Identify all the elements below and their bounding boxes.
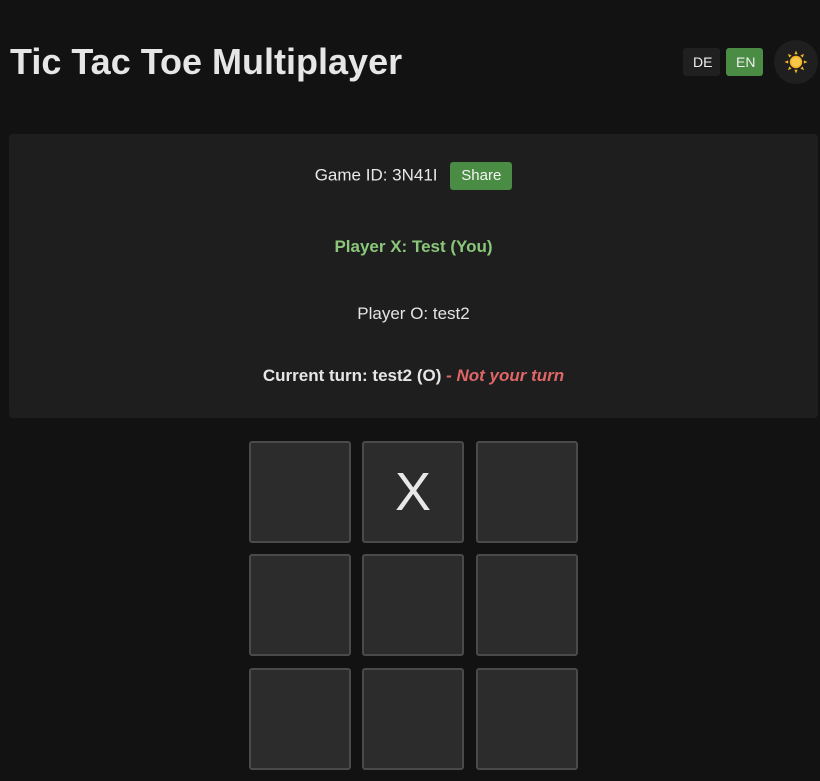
share-button[interactable]: Share — [450, 161, 513, 190]
page-title: Tic Tac Toe Multiplayer — [10, 41, 403, 82]
board-cell-5[interactable] — [362, 554, 464, 656]
turn-warning: - Not your turn — [446, 366, 565, 385]
player-x-label: Player X: Test (You) — [334, 237, 493, 256]
player-o-label: Player O: test2 — [357, 304, 470, 323]
board-cell-3[interactable] — [476, 441, 578, 543]
current-turn-label: Current turn: test2 (O) — [262, 366, 442, 385]
game-id-label: Game ID: 3N41I — [314, 165, 438, 185]
game-info-panel: Game ID: 3N41I Share Player X: Test (You… — [9, 134, 818, 418]
game-id-row: Game ID: 3N41I Share — [9, 161, 818, 190]
theme-toggle-button[interactable] — [774, 40, 818, 84]
current-turn-row: Current turn: test2 (O) - Not your turn — [9, 365, 818, 387]
board-cell-9[interactable] — [476, 668, 578, 770]
sun-icon — [784, 50, 808, 74]
board-cell-7[interactable] — [249, 668, 351, 770]
board-cell-2[interactable]: X — [362, 441, 464, 543]
board-cell-1[interactable] — [249, 441, 351, 543]
board-cell-8[interactable] — [362, 668, 464, 770]
board-cell-4[interactable] — [249, 554, 351, 656]
header: Tic Tac Toe Multiplayer DE EN — [10, 40, 820, 84]
language-en-button[interactable]: EN — [726, 48, 763, 76]
game-board: X — [249, 441, 579, 771]
board-cell-6[interactable] — [476, 554, 578, 656]
language-de-button[interactable]: DE — [683, 48, 720, 76]
